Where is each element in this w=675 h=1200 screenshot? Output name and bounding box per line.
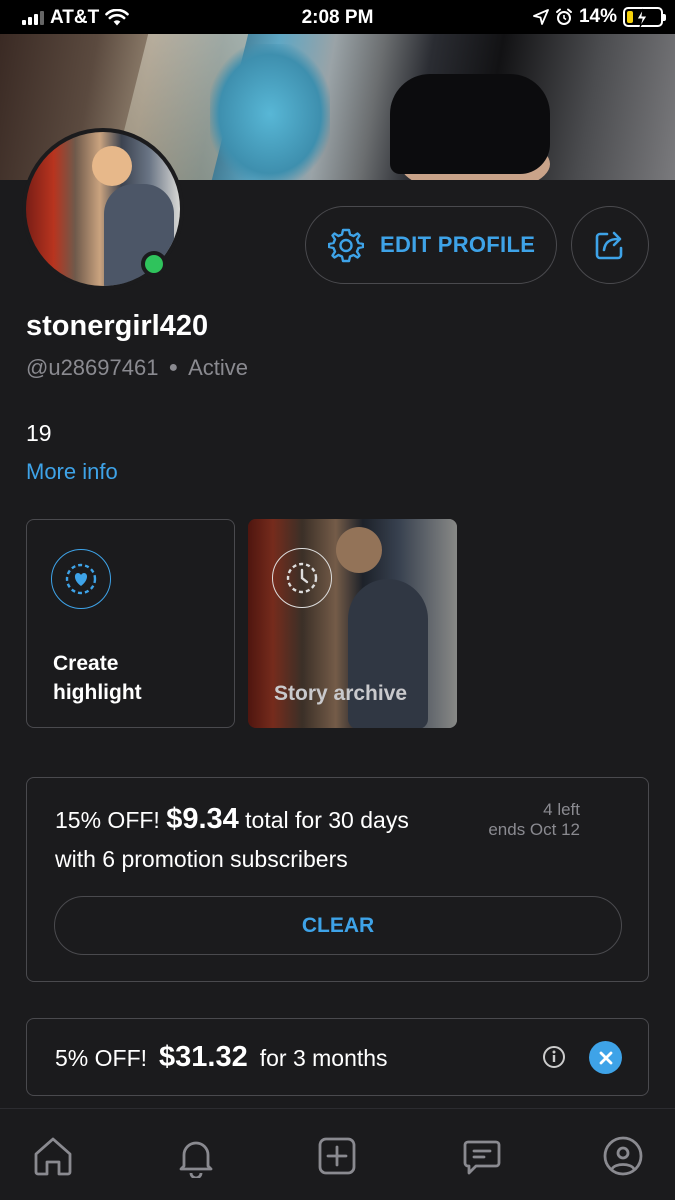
edit-profile-label: EDIT PROFILE: [380, 232, 536, 257]
promotion-text: 5% OFF! $31.32 for 3 months: [55, 1041, 388, 1074]
share-icon: [595, 231, 623, 260]
clear-button[interactable]: CLEAR: [54, 896, 622, 955]
promotion-text: 15% OFF! $9.34 total for 30 days with 6 …: [55, 800, 409, 879]
promotion-discount: 5% OFF!: [55, 1045, 148, 1071]
edit-profile-button[interactable]: EDIT PROFILE: [305, 206, 557, 284]
bottom-nav: [0, 1108, 675, 1200]
info-icon[interactable]: [542, 1045, 566, 1069]
username-handle: @u28697461: [26, 355, 159, 380]
online-status-dot: [141, 251, 167, 277]
chat-icon[interactable]: [459, 1133, 505, 1179]
close-icon[interactable]: [589, 1041, 622, 1074]
promotion-card: 5% OFF! $31.32 for 3 months: [26, 1018, 649, 1096]
bell-icon[interactable]: [173, 1133, 219, 1179]
status-bar: AT&T 2:08 PM 14%: [0, 0, 675, 34]
battery-percent: 14%: [578, 6, 617, 27]
separator-dot: ●: [168, 359, 179, 376]
promotion-meta: 4 left ends Oct 12: [488, 800, 580, 840]
activity-status: Active: [188, 355, 249, 380]
clock-history-icon: [272, 548, 332, 608]
plus-square-icon[interactable]: [314, 1133, 360, 1179]
more-info-link[interactable]: More info: [26, 459, 118, 485]
promotion-price: $31.32: [159, 1041, 248, 1073]
promotion-remaining: 4 left: [543, 800, 580, 819]
user-circle-icon[interactable]: [600, 1133, 646, 1179]
battery-icon: [623, 7, 666, 28]
handle-row: @u28697461 ● Active: [26, 355, 248, 381]
create-highlight-card[interactable]: Create highlight: [26, 519, 235, 728]
promotion-price: $9.34: [166, 803, 239, 835]
promotion-discount: 15% OFF!: [55, 807, 160, 833]
promotion-term: for 3 months: [259, 1045, 388, 1071]
status-right: 14%: [533, 6, 666, 28]
home-icon[interactable]: [30, 1133, 76, 1179]
heart-story-icon: [51, 549, 111, 609]
display-name: stonergirl420: [26, 310, 209, 342]
share-button[interactable]: [571, 206, 649, 284]
story-archive-card[interactable]: Story archive: [248, 519, 457, 728]
story-archive-label: Story archive: [274, 682, 408, 705]
create-highlight-label: Create highlight: [53, 652, 142, 704]
promotion-detail: with 6 promotion subscribers: [55, 846, 348, 872]
promotion-term: total for 30 days: [245, 807, 409, 833]
bio-text: 19: [26, 420, 52, 446]
gear-icon: [328, 228, 364, 263]
promotion-card: 15% OFF! $9.34 total for 30 days with 6 …: [26, 777, 649, 982]
alarm-icon: [555, 8, 572, 25]
promotion-end-date: ends Oct 12: [488, 820, 580, 839]
location-arrow-icon: [533, 9, 549, 25]
